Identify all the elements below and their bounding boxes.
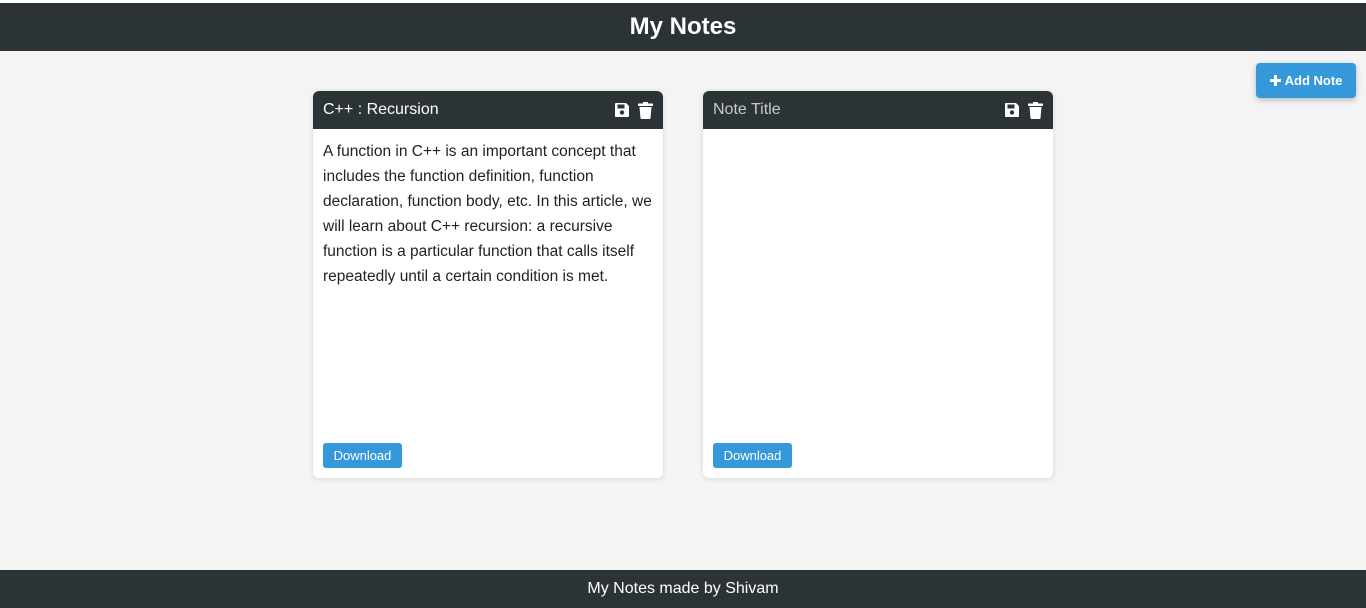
save-icon[interactable] [614,102,630,118]
note-header: Note Title [703,91,1053,129]
note-title-input[interactable]: C++ : Recursion [323,101,583,119]
app-footer: My Notes made by Shivam [0,570,1366,608]
note-body-textarea[interactable] [703,129,1053,429]
trash-icon[interactable] [638,101,653,119]
add-note-button[interactable]: Add Note [1256,63,1356,98]
note-body-textarea[interactable]: A function in C++ is an important concep… [313,129,663,429]
footer-text: My Notes made by Shivam [587,580,779,597]
note-title-input[interactable]: Note Title [713,101,973,119]
add-note-label: Add Note [1284,73,1343,88]
note-actions [1004,101,1043,119]
plus-icon [1269,75,1281,86]
page-title: My Notes [629,13,737,40]
app-header: My Notes [0,3,1366,51]
download-button[interactable]: Download [323,443,402,468]
download-button[interactable]: Download [713,443,792,468]
save-icon[interactable] [1004,102,1020,118]
note-header: C++ : Recursion [313,91,663,129]
note-card: C++ : Recursion A function in C++ is an … [313,91,663,478]
note-card: Note Title Download [703,91,1053,478]
note-actions [614,101,653,119]
trash-icon[interactable] [1028,101,1043,119]
